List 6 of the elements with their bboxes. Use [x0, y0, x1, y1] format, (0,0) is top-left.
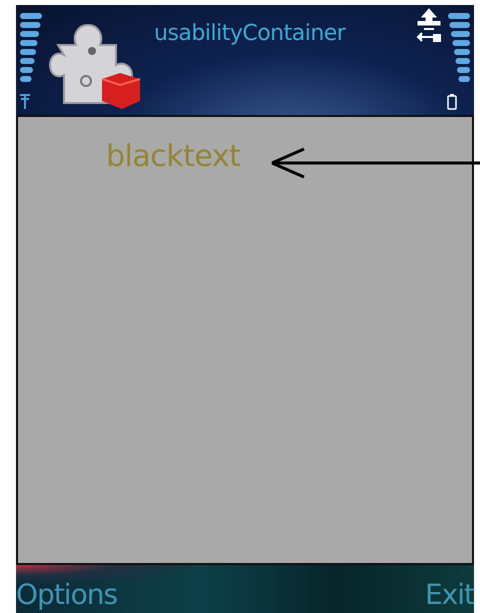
battery-icon	[446, 93, 458, 111]
content-label: blacktext	[106, 139, 240, 174]
app-title: usabilityContainer	[153, 20, 347, 48]
exit-softkey[interactable]: Exit	[424, 578, 474, 613]
antenna-icon	[18, 93, 32, 111]
options-softkey[interactable]: Options	[16, 578, 118, 613]
